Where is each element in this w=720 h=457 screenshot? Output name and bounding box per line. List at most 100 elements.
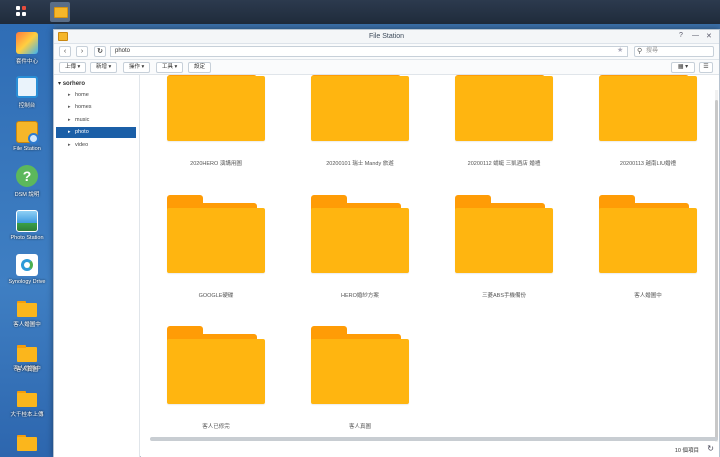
folder-item[interactable]: 20200113 越南LIU婚禮 xyxy=(581,75,697,183)
tree-item-home[interactable]: ▸ home xyxy=(56,90,136,101)
file-grid: 2020HERO 演講用圖 20200101 瑞士 Mandy 旅遊 20200… xyxy=(141,75,719,457)
folder-item[interactable]: 客人真圖 xyxy=(293,326,409,446)
folder-name: 20200113 越南LIU婚禮 xyxy=(619,161,677,167)
taskbar xyxy=(0,0,720,24)
close-icon[interactable]: ✕ xyxy=(706,32,712,40)
tree-item-homes[interactable]: ▸ homes xyxy=(56,102,136,113)
desktop-icon-folder[interactable]: 大千桂本上傳 xyxy=(0,391,54,418)
scrollbar-thumb[interactable] xyxy=(715,100,718,440)
desktop-icon-label: Synology Drive xyxy=(8,279,46,285)
search-icon: ⚲ xyxy=(637,48,643,55)
desktop-icon-label: Photo Station xyxy=(10,235,44,241)
file-station-icon xyxy=(16,121,39,144)
search-input[interactable]: 搜尋 xyxy=(634,46,714,57)
folder-icon xyxy=(311,208,409,273)
folder-name: 客人婚圖中 xyxy=(634,293,662,299)
tree-item-label: photo xyxy=(75,129,89,135)
title-bar[interactable]: File Station ? — ✕ xyxy=(54,30,719,44)
folder-tree: ▾ sorhero ▸ home ▸ homes ▸ music ▸ photo ▸ vi… xyxy=(54,75,140,457)
folder-icon xyxy=(17,435,37,451)
help-icon: ? xyxy=(16,165,38,187)
folder-item[interactable]: HERO婚紗方案 xyxy=(293,195,409,315)
folder-name: 20200101 瑞士 Mandy 旅遊 xyxy=(326,161,394,167)
tree-item-label: music xyxy=(75,117,90,123)
chevron-right-icon: ▸ xyxy=(68,129,71,135)
folder-icon xyxy=(167,339,265,404)
tree-item-label: video xyxy=(75,142,89,148)
folder-item[interactable]: GOOGLE硬碟 xyxy=(149,195,265,315)
desktop-icon-synology-drive[interactable]: Synology Drive xyxy=(0,254,54,285)
desktop-icon-label: 客人婚圖中 xyxy=(13,322,41,328)
folder-icon xyxy=(311,76,409,141)
desktop-icon-folder[interactable]: 客人真圖 xyxy=(0,346,54,373)
desktop-icon-control-panel[interactable]: 控制台 xyxy=(0,76,54,109)
taskbar-file-station-icon[interactable] xyxy=(50,2,70,22)
desktop: 套件中心 控制台 File Station ? DSM 說明 Photo Sta… xyxy=(0,24,54,457)
desktop-icon-label: DSM 說明 xyxy=(14,192,40,198)
tree-root-label: sorhero xyxy=(62,81,86,87)
folder-icon xyxy=(455,208,553,273)
chevron-right-icon: ▸ xyxy=(68,117,71,123)
back-icon[interactable]: ‹ xyxy=(59,46,71,57)
tree-root[interactable]: ▾ sorhero xyxy=(58,80,85,87)
folder-item[interactable]: 20200112 蜻蜓 三凱酒店 婚禮 xyxy=(437,75,553,183)
chevron-right-icon: ▸ xyxy=(68,104,71,110)
path-input[interactable]: photo xyxy=(110,46,628,57)
tree-item-photo[interactable]: ▸ photo xyxy=(56,127,136,138)
desktop-icon-package-center[interactable]: 套件中心 xyxy=(0,32,54,65)
horizontal-scrollbar[interactable] xyxy=(150,437,718,441)
desktop-icon-label: 套件中心 xyxy=(15,59,38,65)
tree-item-video[interactable]: ▸ video xyxy=(56,140,136,151)
toolbar: 上傳 ▾ 新增 ▾ 操作 ▾ 工具 ▾ 設定 ▦ ▾ ☰ xyxy=(54,60,719,75)
synology-drive-icon xyxy=(16,254,38,276)
upload-button[interactable]: 上傳 ▾ xyxy=(59,62,87,73)
desktop-icon-folder[interactable]: 客人婚圖中 xyxy=(0,301,54,328)
desktop-icon-photo-station[interactable]: Photo Station xyxy=(0,210,54,241)
tree-item-music[interactable]: ▸ music xyxy=(56,115,136,126)
folder-name: 客人已修完 xyxy=(202,424,230,430)
desktop-icon-label: 大千桂本上傳 xyxy=(10,412,44,418)
folder-item[interactable]: 三菱ABS手機備份 xyxy=(437,195,553,315)
item-count: 10 個項目 xyxy=(674,448,699,454)
folder-icon xyxy=(455,76,553,141)
desktop-icon-help[interactable]: ? DSM 說明 xyxy=(0,165,54,198)
refresh-icon[interactable]: ↻ xyxy=(707,444,714,453)
folder-icon xyxy=(311,339,409,404)
folder-item[interactable]: 20200101 瑞士 Mandy 旅遊 xyxy=(293,75,409,183)
status-bar: 10 個項目 ↻ xyxy=(141,443,719,457)
main-menu-icon[interactable] xyxy=(12,2,32,22)
refresh-icon[interactable]: ↻ xyxy=(94,46,106,57)
create-button[interactable]: 新增 ▾ xyxy=(90,62,118,73)
folder-icon xyxy=(167,76,265,141)
desktop-icon-file-station[interactable]: File Station xyxy=(0,121,54,152)
folder-name: 三菱ABS手機備份 xyxy=(481,293,526,299)
folder-name: HERO婚紗方案 xyxy=(341,293,379,299)
action-button[interactable]: 操作 ▾ xyxy=(123,62,151,73)
folder-item[interactable]: 客人婚圖中 xyxy=(581,195,697,315)
folder-icon xyxy=(17,391,37,407)
chevron-right-icon: ▸ xyxy=(68,142,71,148)
settings-button[interactable]: 設定 xyxy=(188,62,212,73)
desktop-icon-folder[interactable] xyxy=(0,435,54,451)
folder-name: 20200112 蜻蜓 三凱酒店 婚禮 xyxy=(467,161,541,167)
list-options-icon[interactable]: ☰ xyxy=(699,62,713,73)
minimize-icon[interactable]: — xyxy=(692,32,699,39)
view-mode-button[interactable]: ▦ ▾ xyxy=(671,62,695,73)
folder-name: 客人真圖 xyxy=(348,424,371,430)
folder-name: GOOGLE硬碟 xyxy=(198,293,234,299)
folder-name: 2020HERO 演講用圖 xyxy=(190,161,242,167)
window-title: File Station xyxy=(368,33,405,40)
desktop-icon-label: 控制台 xyxy=(18,103,36,109)
favorite-star-icon[interactable]: ★ xyxy=(617,46,623,54)
tools-button[interactable]: 工具 ▾ xyxy=(156,62,184,73)
tree-item-label: homes xyxy=(75,104,92,110)
folder-icon xyxy=(599,208,697,273)
folder-icon xyxy=(17,301,37,317)
folder-item[interactable]: 客人已修完 xyxy=(149,326,265,446)
folder-item[interactable]: 2020HERO 演講用圖 xyxy=(149,75,265,183)
folder-icon xyxy=(17,346,37,362)
forward-icon[interactable]: › xyxy=(76,46,88,57)
chevron-right-icon: ▸ xyxy=(68,92,71,98)
help-icon[interactable]: ? xyxy=(679,32,683,39)
desktop-icon-label: File Station xyxy=(13,146,41,152)
